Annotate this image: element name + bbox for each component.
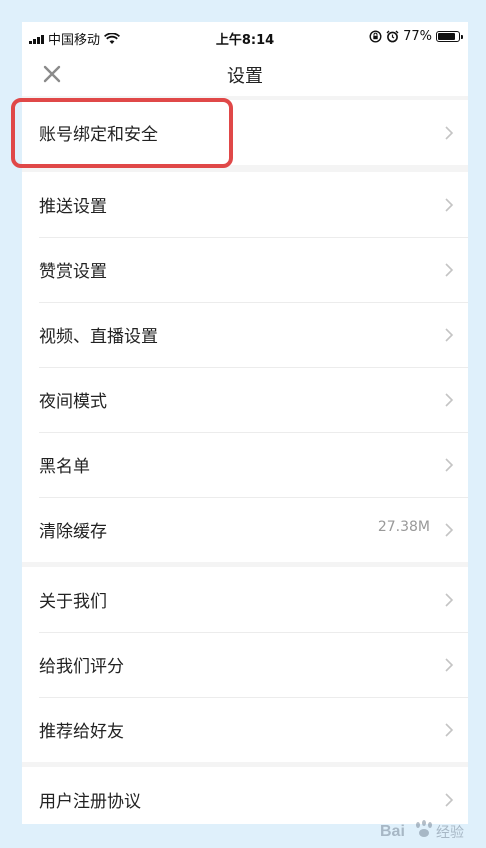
settings-item-label: 赞赏设置 [39, 262, 107, 282]
settings-item-clear-cache[interactable]: 清除缓存 27.38M [22, 497, 468, 562]
settings-group-general: 推送设置 赞赏设置 视频、直播设置 夜间模式 黑名单 清除缓存 27.38M [22, 172, 468, 562]
chevron-right-icon [445, 658, 454, 672]
chevron-right-icon [445, 263, 454, 277]
chevron-right-icon [445, 793, 454, 807]
settings-item-rate-us[interactable]: 给我们评分 [22, 632, 468, 697]
cache-size: 27.38M [377, 519, 430, 535]
chevron-right-icon [445, 393, 454, 407]
chevron-right-icon [445, 458, 454, 472]
highlight-box [11, 98, 233, 168]
settings-item-recommend[interactable]: 推荐给好友 [22, 697, 468, 762]
svg-text:Bai: Bai [380, 823, 405, 840]
settings-item-label: 视频、直播设置 [39, 327, 158, 347]
svg-text:经验: 经验 [436, 825, 464, 841]
settings-item-label: 用户注册协议 [39, 792, 141, 812]
settings-item-blacklist[interactable]: 黑名单 [22, 432, 468, 497]
page-title: 设置 [227, 66, 263, 87]
settings-item-label: 清除缓存 [39, 522, 107, 542]
alarm-icon [386, 30, 399, 43]
chevron-right-icon [445, 723, 454, 737]
baidu-jingyan-watermark: Bai 经验 [380, 820, 464, 841]
chevron-right-icon [445, 126, 454, 140]
chevron-right-icon [445, 593, 454, 607]
settings-item-reward[interactable]: 赞赏设置 [22, 237, 468, 302]
battery-icon [436, 31, 463, 42]
settings-group-about: 关于我们 给我们评分 推荐给好友 [22, 567, 468, 762]
settings-item-push[interactable]: 推送设置 [22, 172, 468, 237]
rotation-lock-icon [369, 30, 382, 43]
chevron-right-icon [445, 198, 454, 212]
settings-item-label: 推送设置 [39, 197, 107, 217]
status-bar: 中国移动 上午8:14 77% [22, 22, 468, 52]
settings-item-label: 黑名单 [39, 457, 90, 477]
settings-item-video-live[interactable]: 视频、直播设置 [22, 302, 468, 367]
settings-item-label: 关于我们 [39, 592, 107, 612]
settings-item-label: 推荐给好友 [39, 722, 124, 742]
chevron-right-icon [445, 328, 454, 342]
settings-item-label: 夜间模式 [39, 392, 107, 412]
battery-percent: 77% [403, 29, 432, 44]
settings-item-label: 给我们评分 [39, 657, 124, 677]
nav-bar: 设置 [22, 52, 468, 96]
settings-item-night-mode[interactable]: 夜间模式 [22, 367, 468, 432]
settings-item-about-us[interactable]: 关于我们 [22, 567, 468, 632]
chevron-right-icon [445, 523, 454, 537]
